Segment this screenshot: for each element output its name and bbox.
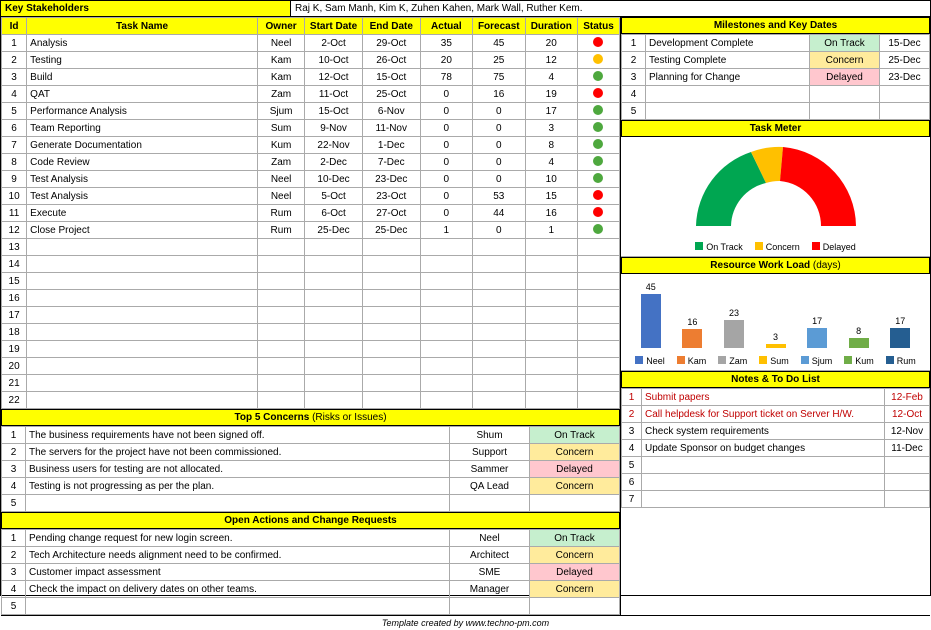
col-end-date: End Date [362, 18, 420, 35]
stakeholders-value: Raj K, Sam Manh, Kim K, Zuhen Kahen, Mar… [291, 1, 930, 16]
bar: 17 [801, 316, 833, 348]
table-row[interactable]: 1Submit papers12-Feb [622, 389, 930, 406]
footer-credit: Template created by www.techno-pm.com [1, 615, 930, 630]
table-row[interactable]: 7 [622, 491, 930, 508]
table-row[interactable]: 2Testing CompleteConcern25-Dec [622, 52, 930, 69]
table-row[interactable]: 4Update Sponsor on budget changes11-Dec [622, 440, 930, 457]
col-start-date: Start Date [305, 18, 363, 35]
col-duration: Duration [525, 18, 577, 35]
notes-header: Notes & To Do List [621, 371, 930, 388]
table-row[interactable]: 2The servers for the project have not be… [2, 444, 620, 461]
table-row[interactable]: 3Customer impact assessmentSMEDelayed [2, 564, 620, 581]
bar: 16 [677, 317, 709, 348]
table-row[interactable]: 17 [2, 307, 620, 324]
table-row[interactable]: 20 [2, 358, 620, 375]
actions-header: Open Actions and Change Requests [1, 512, 620, 529]
table-row[interactable]: 4Testing is not progressing as per the p… [2, 478, 620, 495]
status-dot [593, 122, 603, 132]
table-row[interactable]: 2Tech Architecture needs alignment need … [2, 547, 620, 564]
table-row[interactable]: 1Pending change request for new login sc… [2, 530, 620, 547]
status-dot [593, 139, 603, 149]
status-dot [593, 224, 603, 234]
col-task-name: Task Name [27, 18, 258, 35]
notes-table: 1Submit papers12-Feb2Call helpdesk for S… [621, 388, 930, 508]
table-row[interactable]: 18 [2, 324, 620, 341]
col-status: Status [577, 18, 619, 35]
dashboard: Key Stakeholders Raj K, Sam Manh, Kim K,… [0, 0, 931, 596]
table-row[interactable]: 22 [2, 392, 620, 409]
actions-table: 1Pending change request for new login sc… [1, 529, 620, 615]
milestones-header: Milestones and Key Dates [621, 17, 930, 34]
table-row[interactable]: 4 [622, 86, 930, 103]
table-row[interactable]: 10Test AnalysisNeel5-Oct23-Oct05315 [2, 188, 620, 205]
table-row[interactable]: 5 [2, 495, 620, 512]
col-id: Id [2, 18, 27, 35]
table-row[interactable]: 6Team ReportingSum9-Nov11-Nov003 [2, 120, 620, 137]
table-row[interactable]: 6 [622, 474, 930, 491]
table-row[interactable]: 5Performance AnalysisSjum15-Oct6-Nov0017 [2, 103, 620, 120]
table-row[interactable]: 14 [2, 256, 620, 273]
table-row[interactable]: 11ExecuteRum6-Oct27-Oct04416 [2, 205, 620, 222]
workload-header: Resource Work Load (days) [621, 257, 930, 274]
bar: 17 [884, 316, 916, 348]
table-row[interactable]: 2TestingKam10-Oct26-Oct202512 [2, 52, 620, 69]
table-row[interactable]: 9Test AnalysisNeel10-Dec23-Dec0010 [2, 171, 620, 188]
table-row[interactable]: 2Call helpdesk for Support ticket on Ser… [622, 406, 930, 423]
status-dot [593, 190, 603, 200]
bar: 23 [718, 308, 750, 348]
col-owner: Owner [258, 18, 305, 35]
table-row[interactable]: 13 [2, 239, 620, 256]
table-row[interactable]: 16 [2, 290, 620, 307]
table-row[interactable]: 21 [2, 375, 620, 392]
table-row[interactable]: 12Close ProjectRum25-Dec25-Dec101 [2, 222, 620, 239]
task-table: IdTask NameOwnerStart DateEnd DateActual… [1, 17, 620, 409]
stakeholders-label: Key Stakeholders [1, 1, 291, 16]
table-row[interactable]: 19 [2, 341, 620, 358]
table-row[interactable]: 7Generate DocumentationKum22-Nov1-Dec008 [2, 137, 620, 154]
milestones-table: 1Development CompleteOn Track15-Dec2Test… [621, 34, 930, 120]
status-dot [593, 88, 603, 98]
status-dot [593, 37, 603, 47]
status-dot [593, 54, 603, 64]
table-row[interactable]: 3BuildKam12-Oct15-Oct78754 [2, 69, 620, 86]
workload-chart: 451623317817 NeelKamZamSumSjumKumRum [621, 274, 930, 371]
table-row[interactable]: 4QATZam11-Oct25-Oct01619 [2, 86, 620, 103]
status-dot [593, 105, 603, 115]
table-row[interactable]: 3Check system requirements12-Nov [622, 423, 930, 440]
concerns-table: 1The business requirements have not been… [1, 426, 620, 512]
bar: 45 [635, 282, 667, 348]
col-forecast: Forecast [473, 18, 525, 35]
table-row[interactable]: 3Business users for testing are not allo… [2, 461, 620, 478]
table-row[interactable]: 3Planning for ChangeDelayed23-Dec [622, 69, 930, 86]
table-row[interactable]: 5 [622, 103, 930, 120]
table-row[interactable]: 5 [2, 598, 620, 615]
table-row[interactable]: 1Development CompleteOn Track15-Dec [622, 35, 930, 52]
stakeholders-row: Key Stakeholders Raj K, Sam Manh, Kim K,… [1, 1, 930, 17]
gauge-chart: On TrackConcernDelayed [621, 137, 930, 257]
table-row[interactable]: 15 [2, 273, 620, 290]
bar: 3 [760, 332, 792, 348]
table-row[interactable]: 1The business requirements have not been… [2, 427, 620, 444]
concerns-header: Top 5 Concerns (Risks or Issues) [1, 409, 620, 426]
table-row[interactable]: 4Check the impact on delivery dates on o… [2, 581, 620, 598]
table-row[interactable]: 1AnalysisNeel2-Oct29-Oct354520 [2, 35, 620, 52]
table-row[interactable]: 5 [622, 457, 930, 474]
bar: 8 [843, 326, 875, 348]
status-dot [593, 71, 603, 81]
status-dot [593, 156, 603, 166]
table-row[interactable]: 8Code ReviewZam2-Dec7-Dec004 [2, 154, 620, 171]
status-dot [593, 173, 603, 183]
status-dot [593, 207, 603, 217]
taskmeter-header: Task Meter [621, 120, 930, 137]
col-actual: Actual [420, 18, 472, 35]
